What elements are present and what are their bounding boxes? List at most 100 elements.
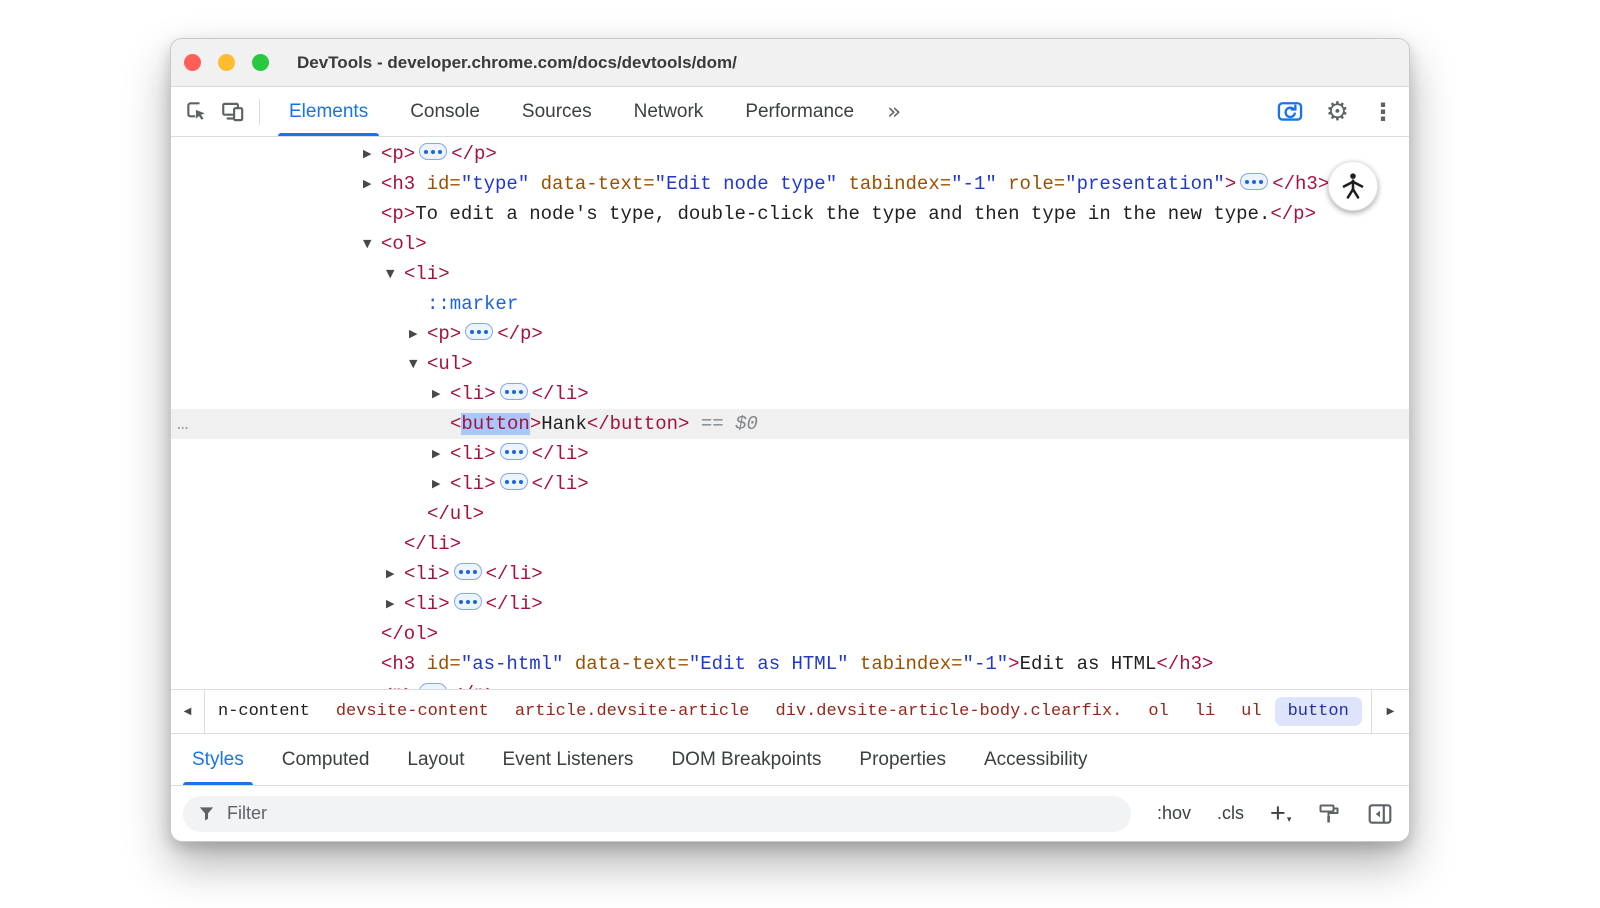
screencast-toggle-icon[interactable] xyxy=(1276,100,1304,124)
token-tag: </p> xyxy=(497,323,543,345)
expand-arrow-icon[interactable]: ▶ xyxy=(363,139,381,169)
breadcrumb-scroll-right-button[interactable]: ▶ xyxy=(1371,690,1409,733)
styles-filter-input[interactable] xyxy=(227,803,1117,824)
token-val: "Edit as HTML" xyxy=(689,653,849,675)
inspect-element-icon[interactable] xyxy=(179,87,215,136)
expand-arrow-icon[interactable]: ▶ xyxy=(409,319,427,349)
collapse-arrow-icon[interactable]: ▼ xyxy=(363,229,381,259)
tab-performance[interactable]: Performance xyxy=(724,87,875,136)
sidebar-tab-dom-breakpoints[interactable]: DOM Breakpoints xyxy=(652,734,840,785)
collapse-arrow-icon[interactable]: ▼ xyxy=(409,349,427,379)
sidebar-tab-computed[interactable]: Computed xyxy=(263,734,389,785)
dom-node[interactable]: ▼<ol> xyxy=(171,229,1409,259)
breadcrumb-item-div-devsite-article-body-clearfix[interactable]: div.devsite-article-body.clearfix. xyxy=(763,697,1136,726)
token-val: "-1" xyxy=(963,653,1009,675)
inline-expand-ellipsis-button[interactable] xyxy=(1240,173,1268,190)
toggle-element-state-button[interactable]: :hov xyxy=(1157,803,1191,824)
token-tag: <h3 xyxy=(381,653,415,675)
funnel-filter-icon xyxy=(197,804,216,823)
dom-node-selected[interactable]: …<button>Hank</button> == $0 xyxy=(171,409,1409,439)
expand-arrow-icon[interactable]: ▶ xyxy=(432,469,450,499)
token-tag: <ul> xyxy=(427,353,473,375)
new-style-rule-button[interactable]: + ▾ xyxy=(1270,800,1291,827)
minimize-window-button[interactable] xyxy=(218,54,235,71)
chevron-double-icon: » xyxy=(887,99,901,125)
expand-arrow-icon[interactable]: ▶ xyxy=(386,589,404,619)
dom-node[interactable]: </li> xyxy=(171,529,1409,559)
settings-gear-icon[interactable]: ⚙ xyxy=(1326,99,1349,125)
dom-node[interactable]: ▶<li></li> xyxy=(171,469,1409,499)
breadcrumb-item-devsite-content[interactable]: devsite-content xyxy=(323,697,502,726)
breadcrumb-item-n-content[interactable]: n-content xyxy=(205,697,323,726)
token-tag: <p> xyxy=(381,143,415,165)
token-tag: </li> xyxy=(532,443,589,465)
element-classes-button[interactable]: .cls xyxy=(1217,803,1244,824)
token-tag: <ol> xyxy=(381,233,427,255)
tab-sources[interactable]: Sources xyxy=(501,87,613,136)
kebab-menu-icon[interactable]: ⋮ xyxy=(1371,100,1395,124)
breadcrumb-item-ol[interactable]: ol xyxy=(1135,697,1181,726)
dom-node[interactable]: </ol> xyxy=(171,619,1409,649)
inline-expand-ellipsis-button[interactable] xyxy=(500,473,528,490)
breadcrumb-scroll-left-button[interactable]: ◀ xyxy=(171,690,205,733)
filter-field[interactable] xyxy=(183,796,1131,832)
expand-arrow-icon[interactable]: ▶ xyxy=(363,679,381,689)
token-tag: </li> xyxy=(532,383,589,405)
breadcrumb-item-button[interactable]: button xyxy=(1275,697,1362,726)
dom-node[interactable]: ▼<li> xyxy=(171,259,1409,289)
sidebar-tab-layout[interactable]: Layout xyxy=(388,734,483,785)
dom-node[interactable]: <h3 id="as-html" data-text="Edit as HTML… xyxy=(171,649,1409,679)
token-attr: tabindex= xyxy=(849,653,963,675)
dom-node[interactable]: ▶<li></li> xyxy=(171,439,1409,469)
inline-expand-ellipsis-button[interactable] xyxy=(419,683,447,689)
inline-expand-ellipsis-button[interactable] xyxy=(500,383,528,400)
dom-node[interactable]: ::marker xyxy=(171,289,1409,319)
expand-arrow-icon[interactable]: ▶ xyxy=(363,169,381,199)
expand-arrow-icon[interactable]: ▶ xyxy=(432,439,450,469)
dom-node[interactable]: ▶<li></li> xyxy=(171,379,1409,409)
chevron-left-icon: ◀ xyxy=(184,706,192,717)
dom-node[interactable]: </ul> xyxy=(171,499,1409,529)
dom-node[interactable]: ▼<ul> xyxy=(171,349,1409,379)
dom-node[interactable]: ▶<p></p> xyxy=(171,139,1409,169)
sidebar-tab-accessibility[interactable]: Accessibility xyxy=(965,734,1106,785)
breadcrumb-item-article-devsite-article[interactable]: article.devsite-article xyxy=(502,697,763,726)
sidebar-tab-event-listeners[interactable]: Event Listeners xyxy=(483,734,652,785)
sidebar-tab-properties[interactable]: Properties xyxy=(840,734,965,785)
dom-node[interactable]: ▶<li></li> xyxy=(171,559,1409,589)
tab-console[interactable]: Console xyxy=(389,87,501,136)
more-panels-button[interactable]: » xyxy=(875,87,913,136)
inline-expand-ellipsis-button[interactable] xyxy=(500,443,528,460)
close-window-button[interactable] xyxy=(184,54,201,71)
expand-arrow-icon[interactable]: ▶ xyxy=(386,559,404,589)
dom-node[interactable]: ▶<p></p> xyxy=(171,319,1409,349)
sidebar-tab-styles[interactable]: Styles xyxy=(173,734,263,785)
breadcrumb-item-ul[interactable]: ul xyxy=(1228,697,1274,726)
inline-expand-ellipsis-button[interactable] xyxy=(419,143,447,160)
breadcrumb-bar: ◀ n-contentdevsite-contentarticle.devsit… xyxy=(171,689,1409,733)
accessibility-person-icon[interactable] xyxy=(1328,161,1378,211)
dom-node[interactable]: ▶<li></li> xyxy=(171,589,1409,619)
tab-elements[interactable]: Elements xyxy=(268,87,389,136)
row-overflow-ellipsis[interactable]: … xyxy=(177,409,188,439)
expand-arrow-icon[interactable]: ▶ xyxy=(432,379,450,409)
caret-down-icon: ▾ xyxy=(1287,816,1292,825)
dom-node[interactable]: ▶<p></p> xyxy=(171,679,1409,689)
breadcrumb-item-li[interactable]: li xyxy=(1182,697,1228,726)
dom-node[interactable]: <p>To edit a node's type, double-click t… xyxy=(171,199,1409,229)
window-title: DevTools - developer.chrome.com/docs/dev… xyxy=(297,53,737,73)
dom-node[interactable]: ▶<h3 id="type" data-text="Edit node type… xyxy=(171,169,1409,199)
toolbar-right-icons: ⚙ ⋮ xyxy=(1276,87,1395,136)
inline-expand-ellipsis-button[interactable] xyxy=(454,563,482,580)
inline-expand-ellipsis-button[interactable] xyxy=(465,323,493,340)
paint-roller-icon[interactable] xyxy=(1317,802,1341,826)
collapse-arrow-icon[interactable]: ▼ xyxy=(386,259,404,289)
token-tag: <li> xyxy=(450,473,496,495)
token-tag: < xyxy=(450,413,461,435)
token-tag: </button> xyxy=(587,413,690,435)
device-toolbar-icon[interactable] xyxy=(215,87,251,136)
toggle-sidebar-icon[interactable] xyxy=(1367,802,1393,826)
zoom-window-button[interactable] xyxy=(252,54,269,71)
tab-network[interactable]: Network xyxy=(613,87,725,136)
inline-expand-ellipsis-button[interactable] xyxy=(454,593,482,610)
